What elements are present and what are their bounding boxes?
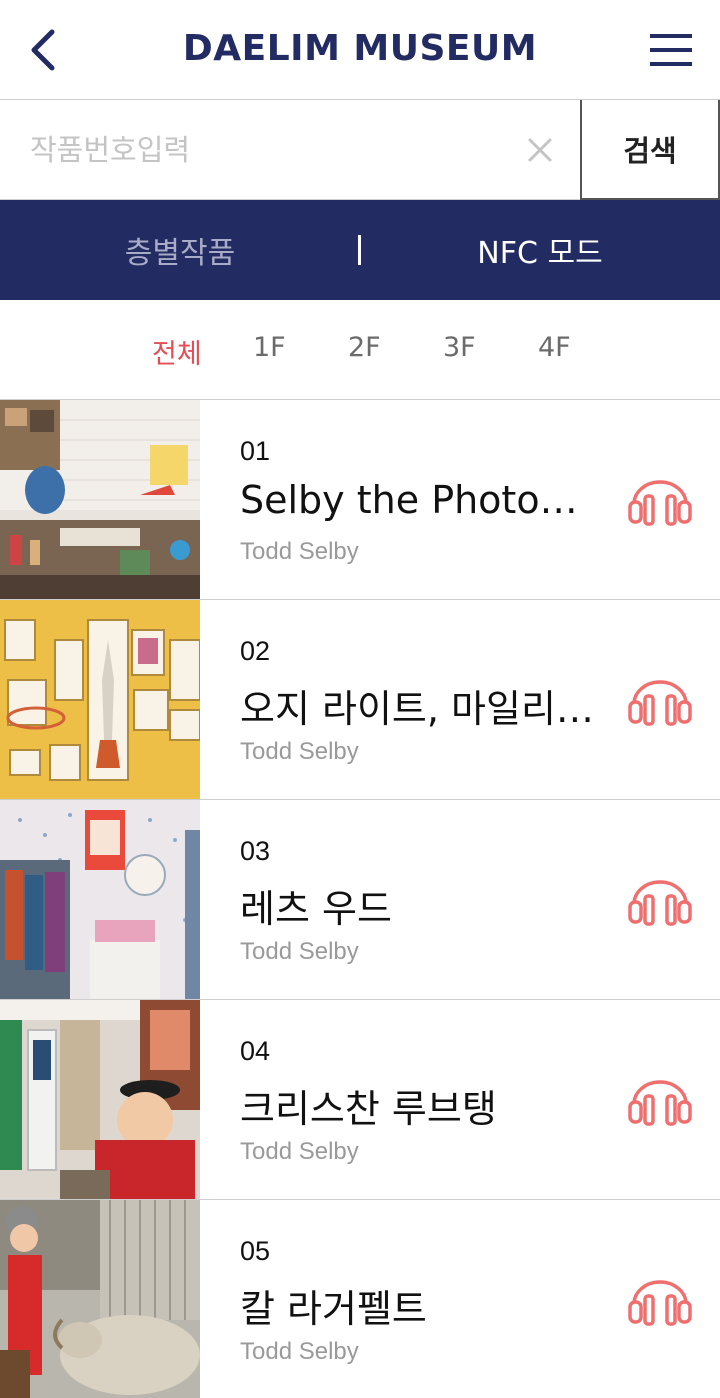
list-item[interactable]: 01 Selby the Photo… Todd Selby — [0, 400, 720, 600]
search-bar: 검색 — [0, 100, 720, 200]
artwork-artist: Todd Selby — [240, 1338, 359, 1365]
artwork-thumbnail — [0, 600, 200, 799]
headphones-icon — [628, 1280, 692, 1326]
list-item[interactable]: 04 크리스찬 루브탱 Todd Selby — [0, 1000, 720, 1200]
list-item[interactable]: 02 오지 라이트, 마일리… Todd Selby — [0, 600, 720, 800]
headphones-icon — [628, 680, 692, 726]
museum-logo: DAELIM MUSEUM — [182, 28, 538, 69]
artwork-number: 02 — [240, 636, 271, 666]
artwork-thumbnail — [0, 400, 200, 599]
headphones-icon — [628, 1080, 692, 1126]
tab-floor-artworks[interactable]: 층별작품 — [0, 200, 360, 300]
artwork-artist: Todd Selby — [240, 738, 359, 765]
artwork-title: 크리스찬 루브탱 — [240, 1087, 497, 1131]
artwork-number-input[interactable] — [0, 100, 580, 199]
tab-nfc-mode[interactable]: NFC 모드 — [360, 200, 720, 300]
close-icon — [528, 138, 552, 162]
list-item[interactable]: 05 칼 라거펠트 Todd Selby — [0, 1200, 720, 1398]
tab-divider — [358, 235, 361, 265]
floor-tab-all[interactable]: 전체 — [152, 332, 202, 371]
artwork-thumbnail — [0, 1000, 200, 1199]
artwork-number: 03 — [240, 836, 271, 866]
clear-search-button[interactable] — [524, 134, 556, 166]
artwork-thumbnail — [0, 1200, 200, 1398]
artwork-artist: Todd Selby — [240, 1138, 359, 1165]
menu-button[interactable] — [648, 30, 694, 70]
artwork-artist: Todd Selby — [240, 538, 359, 565]
artwork-list: 01 Selby the Photo… Todd Selby 02 오지 라이트… — [0, 400, 720, 1398]
floor-tab-2f[interactable]: 2F — [348, 332, 381, 363]
headphones-icon — [628, 880, 692, 926]
artwork-title: Selby the Photo… — [240, 478, 578, 522]
audio-guide-button[interactable] — [628, 1076, 692, 1126]
audio-guide-button[interactable] — [628, 476, 692, 526]
hamburger-menu-icon — [650, 34, 692, 66]
search-button[interactable]: 검색 — [580, 100, 720, 200]
app-header: DAELIM MUSEUM — [0, 0, 720, 100]
artwork-title: 오지 라이트, 마일리… — [240, 687, 594, 731]
floor-tab-4f[interactable]: 4F — [538, 332, 571, 363]
artwork-thumbnail — [0, 800, 200, 999]
headphones-icon — [628, 480, 692, 526]
artwork-title: 칼 라거펠트 — [240, 1287, 427, 1331]
audio-guide-button[interactable] — [628, 676, 692, 726]
artwork-number: 05 — [240, 1236, 271, 1266]
artwork-artist: Todd Selby — [240, 938, 359, 965]
audio-guide-button[interactable] — [628, 1276, 692, 1326]
artwork-number: 04 — [240, 1036, 271, 1066]
audio-guide-button[interactable] — [628, 876, 692, 926]
floor-tab-1f[interactable]: 1F — [253, 332, 286, 363]
artwork-title: 레츠 우드 — [240, 887, 392, 931]
artwork-number: 01 — [240, 436, 271, 466]
list-item[interactable]: 03 레츠 우드 Todd Selby — [0, 800, 720, 1000]
floor-filter-bar: 전체 1F 2F 3F 4F — [0, 300, 720, 400]
floor-tab-3f[interactable]: 3F — [443, 332, 476, 363]
